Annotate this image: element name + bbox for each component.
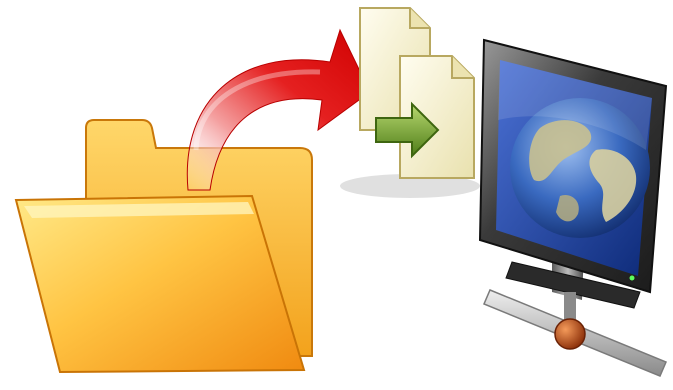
- file-transfer-illustration: [0, 0, 673, 390]
- illustration-canvas: [14, 7, 668, 377]
- folder-icon: [14, 119, 313, 374]
- network-computer-icon: [478, 38, 668, 377]
- documents-icon: [340, 7, 480, 198]
